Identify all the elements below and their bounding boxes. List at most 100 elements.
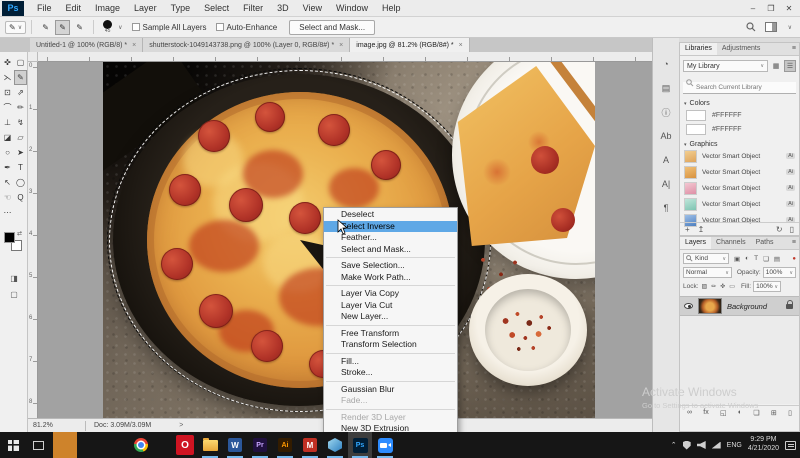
delete-library-item-icon[interactable]: ▯ (790, 225, 794, 234)
lock-icon[interactable]: ▨ (702, 283, 708, 290)
layers-bottom-icon[interactable]: ◱ (720, 409, 727, 417)
tool-button[interactable]: ▢ (14, 55, 27, 70)
tool-button[interactable]: ➤ (14, 145, 27, 160)
tool-button[interactable]: ✒ (1, 160, 14, 175)
graphics-section-header[interactable]: ▾ Graphics (684, 141, 799, 148)
zoom-level-field[interactable]: 81.2% (33, 422, 85, 429)
context-menu-item[interactable] (324, 351, 457, 356)
context-menu-item[interactable]: Render 3D Layer (324, 412, 457, 424)
tool-button[interactable]: Q (14, 190, 27, 205)
context-menu-item[interactable] (324, 407, 457, 412)
context-menu-item[interactable]: New Layer... (324, 311, 457, 323)
menu-item[interactable]: Type (164, 0, 198, 16)
close-button[interactable]: ✕ (780, 0, 798, 16)
select-and-mask-button[interactable]: Select and Mask... (289, 20, 375, 35)
status-menu-arrow[interactable]: > (179, 422, 183, 429)
tab-adjustments[interactable]: Adjustments (717, 43, 766, 55)
minimize-button[interactable]: – (744, 0, 762, 16)
add-library-item-icon[interactable]: + (685, 225, 690, 234)
layers-bottom-icon[interactable]: ◐ (738, 409, 742, 416)
filter-icon[interactable]: T (754, 255, 758, 262)
screen-mode-icon[interactable]: ▢ (0, 290, 28, 299)
library-asset-row[interactable]: Vector Smart Object Ai (680, 164, 799, 180)
menu-item[interactable]: 3D (270, 0, 296, 16)
restore-button[interactable]: ❐ (762, 0, 780, 16)
selection-mode-button[interactable]: ✎ (55, 20, 70, 35)
document-tab[interactable]: shutterstock-1049143738.png @ 100% (Laye… (143, 38, 350, 52)
taskbar-app-button[interactable] (198, 432, 222, 458)
taskbar-app-button[interactable] (26, 432, 50, 458)
visibility-eye-icon[interactable] (684, 303, 693, 309)
security-tray-icon[interactable] (683, 441, 691, 450)
foreground-color-swatch[interactable] (4, 232, 15, 243)
panel-icon[interactable]: ¶ (653, 196, 679, 220)
menu-item[interactable]: Edit (59, 0, 89, 16)
quick-mask-icon[interactable]: ◨ (0, 274, 28, 283)
taskbar-app-button[interactable] (53, 432, 77, 458)
panel-icon[interactable]: ⓘ (653, 100, 679, 124)
taskbar-app-button[interactable] (373, 432, 397, 458)
tray-expand-icon[interactable]: ⌃ (671, 441, 677, 449)
close-icon[interactable]: × (132, 42, 136, 49)
taskbar-app-button[interactable]: Ai (273, 432, 297, 458)
auto-enhance-checkbox[interactable]: Auto-Enhance (216, 23, 278, 32)
tab-layers[interactable]: Layers (680, 237, 711, 249)
panel-menu-icon[interactable]: ≡ (792, 43, 799, 55)
tool-button[interactable]: ◯ (14, 175, 27, 190)
library-asset-row[interactable]: Vector Smart Object Ai (680, 148, 799, 164)
document-tab[interactable]: Untitled-1 @ 100% (RGB/8) * × (30, 38, 143, 52)
panel-menu-icon[interactable]: ≡ (792, 237, 799, 249)
language-indicator[interactable]: ENG (727, 442, 742, 449)
tool-button[interactable]: ✎ (14, 70, 27, 85)
panel-icon[interactable]: A| (653, 172, 679, 196)
sync-library-icon[interactable]: ↻ (776, 225, 783, 234)
workspace-icon[interactable] (765, 22, 777, 32)
tool-button[interactable]: ☜ (1, 190, 14, 205)
clock[interactable]: 9:29 PM 4/21/2020 (748, 436, 779, 454)
close-icon[interactable]: × (459, 42, 463, 49)
menu-item[interactable]: View (296, 0, 329, 16)
panel-icon[interactable]: A (653, 148, 679, 172)
context-menu-item[interactable]: Save Selection... (324, 260, 457, 272)
lock-icon[interactable]: ▭ (729, 283, 735, 290)
filter-icon[interactable]: ❏ (763, 255, 769, 263)
context-menu-item[interactable]: Select and Mask... (324, 244, 457, 256)
network-icon[interactable] (712, 442, 721, 449)
taskbar-app-button[interactable] (1, 432, 25, 458)
tab-paths[interactable]: Paths (751, 237, 779, 249)
color-swatch-row[interactable]: #FFFFFF (686, 124, 799, 135)
menu-item[interactable]: Layer (127, 0, 164, 16)
taskbar-app-button[interactable]: Ps (348, 432, 372, 458)
notification-center-icon[interactable] (785, 441, 796, 450)
tool-preset-dropdown[interactable]: ✎ ∨ (5, 21, 26, 34)
layers-bottom-icon[interactable]: fx (703, 409, 708, 416)
taskbar-app-button[interactable] (323, 432, 347, 458)
panel-icon[interactable]: ▤ (653, 76, 679, 100)
tool-button[interactable]: ⋋ (1, 70, 14, 85)
context-menu-item[interactable] (324, 255, 457, 260)
filter-icon[interactable]: ▤ (774, 255, 780, 263)
layers-bottom-icon[interactable]: ∞ (687, 409, 692, 416)
tool-button[interactable]: ▱ (14, 130, 27, 145)
menu-item[interactable]: Window (329, 0, 375, 16)
context-menu-item[interactable] (324, 323, 457, 328)
lock-icon[interactable]: ✏ (711, 283, 716, 290)
tool-button[interactable]: ↖ (1, 175, 14, 190)
layer-row-background[interactable]: Background (680, 296, 799, 316)
blend-mode-select[interactable]: Normal ∨ (683, 267, 732, 278)
tool-button[interactable]: ⋯ (1, 205, 14, 220)
menu-item[interactable]: Help (375, 0, 408, 16)
taskbar-app-button[interactable]: Pr (248, 432, 272, 458)
tool-button[interactable]: ⊥ (1, 115, 14, 130)
tool-button[interactable]: ✜ (1, 55, 14, 70)
list-view-button[interactable]: ☰ (784, 60, 796, 72)
tool-button[interactable]: ○ (1, 145, 14, 160)
tool-button[interactable]: ⊡ (1, 85, 14, 100)
tool-button[interactable]: T (14, 160, 27, 175)
filter-toggle-icon[interactable]: ● (792, 256, 796, 262)
taskbar-app-button[interactable] (129, 432, 153, 458)
taskbar-app-button[interactable]: W (223, 432, 247, 458)
context-menu-item[interactable]: Fade... (324, 395, 457, 407)
tool-button[interactable]: ◪ (1, 130, 14, 145)
panel-icon[interactable]: ◔ (653, 52, 679, 76)
